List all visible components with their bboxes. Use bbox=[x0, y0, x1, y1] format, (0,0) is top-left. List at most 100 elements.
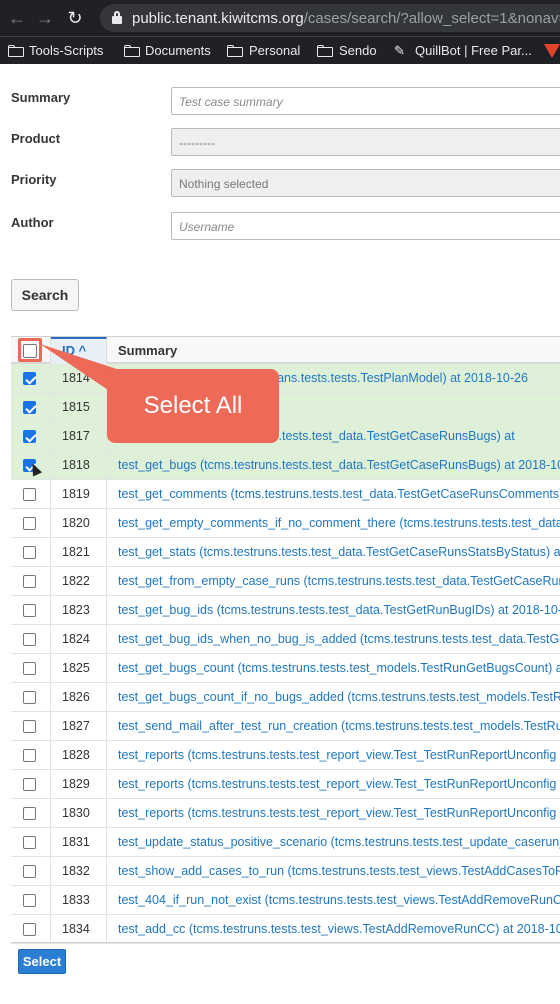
case-id: 1834 bbox=[51, 915, 107, 944]
case-id: 1829 bbox=[51, 770, 107, 799]
row-checkbox-cell bbox=[11, 712, 51, 741]
case-summary-link[interactable]: test_get_empty_comments_if_no_comment_th… bbox=[107, 509, 560, 538]
case-summary-link[interactable]: test_get_bug_ids_when_no_bug_is_added (t… bbox=[107, 625, 560, 654]
row-checkbox-cell bbox=[11, 625, 51, 654]
case-summary-link[interactable]: test_get_bugs (tcms.testruns.tests.test_… bbox=[107, 451, 560, 480]
table-row[interactable]: 1818 test_get_bugs (tcms.testruns.tests.t… bbox=[11, 451, 560, 480]
row-checkbox[interactable] bbox=[23, 575, 36, 588]
case-id: 1831 bbox=[51, 828, 107, 857]
row-checkbox[interactable] bbox=[23, 546, 36, 559]
row-checkbox-cell bbox=[11, 480, 51, 509]
row-checkbox-cell bbox=[11, 654, 51, 683]
row-checkbox-cell bbox=[11, 422, 51, 451]
priority-select[interactable]: Nothing selected bbox=[171, 169, 560, 197]
case-summary-link[interactable]: test_get_from_empty_case_runs (tcms.test… bbox=[107, 567, 560, 596]
table-footer: Select bbox=[11, 942, 560, 982]
row-checkbox-cell bbox=[11, 683, 51, 712]
case-summary-link[interactable]: test_update_status_positive_scenario (tc… bbox=[107, 828, 560, 857]
select-button[interactable]: Select bbox=[18, 949, 66, 974]
author-input[interactable]: Username bbox=[171, 212, 560, 240]
row-checkbox-cell bbox=[11, 857, 51, 886]
case-id: 1824 bbox=[51, 625, 107, 654]
reload-icon[interactable]: ↻ bbox=[64, 7, 86, 29]
bookmark-personal[interactable]: Personal bbox=[249, 43, 300, 58]
table-row[interactable]: 1820 test_get_empty_comments_if_no_commen… bbox=[11, 509, 560, 538]
row-checkbox[interactable] bbox=[23, 720, 36, 733]
table-row[interactable]: 1824 test_get_bug_ids_when_no_bug_is_adde… bbox=[11, 625, 560, 654]
table-row[interactable]: 1823 test_get_bug_ids (tcms.testruns.test… bbox=[11, 596, 560, 625]
bookmark-quillbot[interactable]: QuillBot | Free Par... bbox=[415, 43, 532, 58]
row-checkbox[interactable] bbox=[23, 894, 36, 907]
row-checkbox-cell bbox=[11, 567, 51, 596]
table-row[interactable]: 1825 test_get_bugs_count (tcms.testruns.t… bbox=[11, 654, 560, 683]
row-checkbox-cell bbox=[11, 741, 51, 770]
row-checkbox[interactable] bbox=[23, 401, 36, 414]
bookmark-documents[interactable]: Documents bbox=[145, 43, 211, 58]
row-checkbox[interactable] bbox=[23, 488, 36, 501]
bookmark-tools-scripts[interactable]: Tools-Scripts bbox=[29, 43, 103, 58]
row-checkbox[interactable] bbox=[23, 807, 36, 820]
row-checkbox-cell bbox=[11, 596, 51, 625]
case-id: 1830 bbox=[51, 799, 107, 828]
table-row[interactable]: 1832 test_show_add_cases_to_run (tcms.tes… bbox=[11, 857, 560, 886]
address-bar[interactable]: public.tenant.kiwitcms.org/cases/search/… bbox=[100, 4, 560, 32]
table-row[interactable]: 1828 test_reports (tcms.testruns.tests.te… bbox=[11, 741, 560, 770]
table-row[interactable]: 1829 test_reports (tcms.testruns.tests.te… bbox=[11, 770, 560, 799]
case-id: 1832 bbox=[51, 857, 107, 886]
case-summary-link[interactable]: test_get_stats (tcms.testruns.tests.test… bbox=[107, 538, 560, 567]
table-row[interactable]: 1833 test_404_if_run_not_exist (tcms.test… bbox=[11, 886, 560, 915]
row-checkbox[interactable] bbox=[23, 778, 36, 791]
row-checkbox[interactable] bbox=[23, 662, 36, 675]
case-summary-link[interactable]: test_get_bugs_count (tcms.testruns.tests… bbox=[107, 654, 560, 683]
case-summary-link[interactable]: test_reports (tcms.testruns.tests.test_r… bbox=[107, 799, 560, 828]
case-summary-link[interactable]: test_show_add_cases_to_run (tcms.testrun… bbox=[107, 857, 560, 886]
table-row[interactable]: 1817 test_get_bugs (tcms.testruns.tests.t… bbox=[11, 422, 560, 451]
case-summary-link[interactable]: test_get_bug_ids (tcms.testruns.tests.te… bbox=[107, 596, 560, 625]
priority-label: Priority bbox=[11, 172, 57, 187]
url-host: public.tenant.kiwitcms.org bbox=[132, 10, 304, 27]
table-row[interactable]: 1819 test_get_comments (tcms.testruns.tes… bbox=[11, 480, 560, 509]
case-summary-link[interactable]: test_send_mail_after_test_run_creation (… bbox=[107, 712, 560, 741]
table-row[interactable]: 1827 test_send_mail_after_test_run_creati… bbox=[11, 712, 560, 741]
product-select[interactable]: --------- bbox=[171, 128, 560, 156]
row-checkbox[interactable] bbox=[23, 604, 36, 617]
case-summary-link[interactable]: test_reports (tcms.testruns.tests.test_r… bbox=[107, 770, 560, 799]
lock-icon bbox=[112, 11, 122, 24]
row-checkbox[interactable] bbox=[23, 865, 36, 878]
case-summary-link[interactable]: test_reports (tcms.testruns.tests.test_r… bbox=[107, 741, 560, 770]
row-checkbox-cell bbox=[11, 799, 51, 828]
case-id: 1817 bbox=[51, 422, 107, 451]
row-checkbox[interactable] bbox=[23, 430, 36, 443]
table-row[interactable]: 1831 test_update_status_positive_scenario… bbox=[11, 828, 560, 857]
row-checkbox[interactable] bbox=[23, 372, 36, 385]
row-checkbox[interactable] bbox=[23, 517, 36, 530]
row-checkbox[interactable] bbox=[23, 749, 36, 762]
row-checkbox[interactable] bbox=[23, 633, 36, 646]
forward-arrow-icon[interactable]: → bbox=[34, 7, 56, 29]
table-row[interactable]: 1834 test_add_cc (tcms.testruns.tests.tes… bbox=[11, 915, 560, 944]
folder-icon bbox=[317, 45, 333, 57]
summary-column-header[interactable]: Summary bbox=[107, 337, 560, 364]
table-row[interactable]: 1826 test_get_bugs_count_if_no_bugs_added… bbox=[11, 683, 560, 712]
table-row[interactable]: 1822 test_get_from_empty_case_runs (tcms.… bbox=[11, 567, 560, 596]
case-id: 1818 bbox=[51, 451, 107, 480]
table-row[interactable]: 1821 test_get_stats (tcms.testruns.tests.… bbox=[11, 538, 560, 567]
case-summary-link[interactable]: test_get_bugs_count_if_no_bugs_added (tc… bbox=[107, 683, 560, 712]
case-summary-link[interactable]: test_404_if_run_not_exist (tcms.testruns… bbox=[107, 886, 560, 915]
author-label: Author bbox=[11, 215, 54, 230]
case-summary-link[interactable]: test_get_comments (tcms.testruns.tests.t… bbox=[107, 480, 560, 509]
table-body: 1814 test_plan_model (tcms.testplans.test… bbox=[11, 364, 560, 944]
row-checkbox[interactable] bbox=[23, 691, 36, 704]
back-arrow-icon[interactable]: ← bbox=[6, 7, 28, 29]
table-row[interactable]: 1830 test_reports (tcms.testruns.tests.te… bbox=[11, 799, 560, 828]
case-id: 1828 bbox=[51, 741, 107, 770]
row-checkbox[interactable] bbox=[23, 923, 36, 936]
row-checkbox-cell bbox=[11, 509, 51, 538]
gitlab-icon[interactable] bbox=[544, 44, 560, 58]
case-id: 1827 bbox=[51, 712, 107, 741]
summary-input[interactable]: Test case summary bbox=[171, 87, 560, 115]
search-button[interactable]: Search bbox=[11, 279, 79, 311]
row-checkbox[interactable] bbox=[23, 836, 36, 849]
bookmark-sendo[interactable]: Sendo bbox=[339, 43, 377, 58]
case-summary-link[interactable]: test_add_cc (tcms.testruns.tests.test_vi… bbox=[107, 915, 560, 944]
